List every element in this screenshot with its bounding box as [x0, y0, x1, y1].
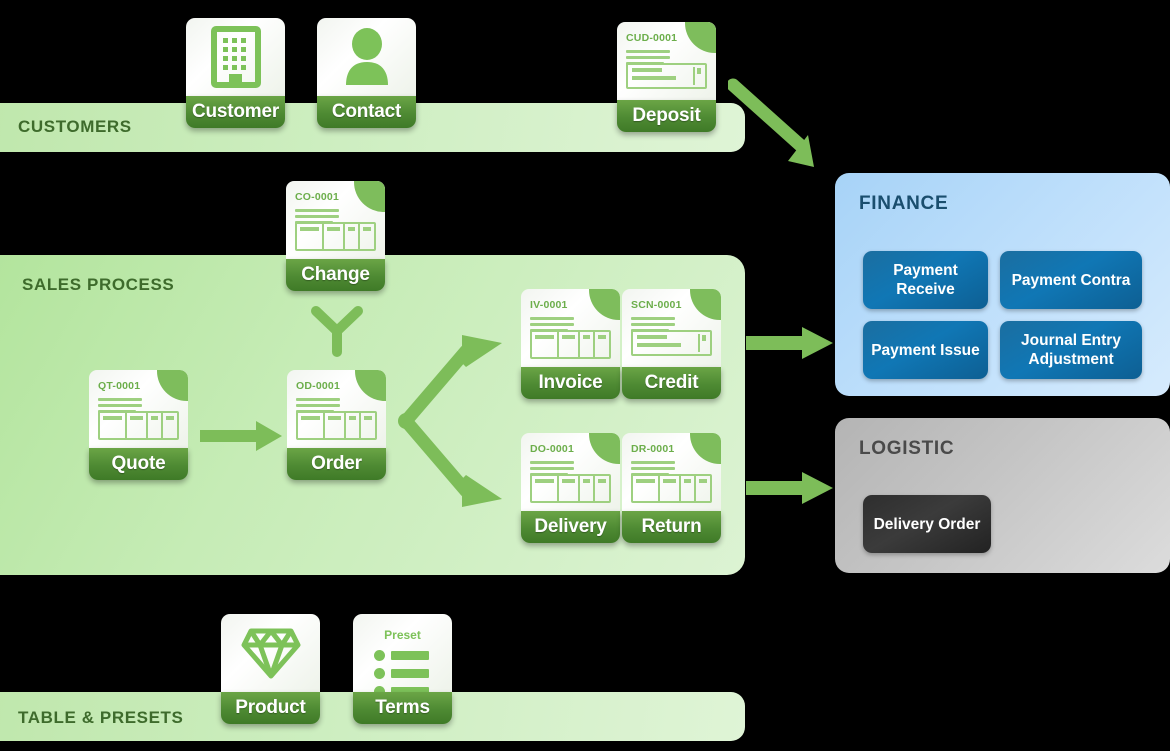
document-table-icon	[530, 330, 611, 359]
diagram-canvas: CUSTOMERS Customer Contact CUD-0001 Depo…	[0, 0, 1170, 751]
card-change-label: Change	[286, 259, 385, 291]
card-deposit-label: Deposit	[617, 100, 716, 132]
cheque-icon	[626, 63, 707, 89]
document-table-icon	[295, 222, 376, 251]
card-contact-label: Contact	[317, 96, 416, 128]
logistic-panel: LOGISTIC Delivery Order	[835, 418, 1170, 573]
card-order-label: Order	[287, 448, 386, 480]
card-contact[interactable]: Contact	[317, 18, 416, 128]
card-invoice-label: Invoice	[521, 367, 620, 399]
card-invoice-doc-area: IV-0001	[521, 289, 620, 367]
card-delivery-doc-area: DO-0001	[521, 433, 620, 511]
card-credit-code: SCN-0001	[631, 299, 682, 311]
card-delivery-label: Delivery	[521, 511, 620, 543]
document-table-icon	[98, 411, 179, 440]
document-table-icon	[530, 474, 611, 503]
page-fold-icon	[589, 433, 620, 464]
card-delivery-code: DO-0001	[530, 443, 575, 455]
card-order[interactable]: OD-0001 Order	[287, 370, 386, 480]
page-fold-icon	[690, 433, 721, 464]
finance-button-journal-entry-adjustment[interactable]: Journal Entry Adjustment	[1000, 321, 1142, 379]
cheque-icon	[631, 330, 712, 356]
arrow-sales-to-logistic	[746, 472, 833, 504]
card-invoice[interactable]: IV-0001 Invoice	[521, 289, 620, 399]
card-credit-label: Credit	[622, 367, 721, 399]
card-customer-label: Customer	[186, 96, 285, 128]
finance-button-payment-issue[interactable]: Payment Issue	[863, 321, 988, 379]
page-fold-icon	[157, 370, 188, 401]
logistic-button-delivery-order[interactable]: Delivery Order	[863, 495, 991, 553]
card-product-icon-area	[221, 614, 320, 692]
card-credit[interactable]: SCN-0001 Credit	[622, 289, 721, 399]
card-return-code: DR-0001	[631, 443, 675, 455]
card-quote-code: QT-0001	[98, 380, 141, 392]
card-deposit-doc-area: CUD-0001	[617, 22, 716, 100]
card-return-doc-area: DR-0001	[622, 433, 721, 511]
document-table-icon	[631, 474, 712, 503]
diamond-icon	[221, 614, 320, 692]
preset-list-icon	[374, 650, 429, 692]
building-icon	[186, 18, 285, 96]
page-fold-icon	[355, 370, 386, 401]
sales-process-title: SALES PROCESS	[22, 275, 175, 294]
arrow-sales-to-finance	[746, 327, 833, 359]
page-fold-icon	[690, 289, 721, 320]
card-customer-icon-area	[186, 18, 285, 96]
finance-panel: FINANCE Payment Receive Payment Contra P…	[835, 173, 1170, 396]
finance-panel-title: FINANCE	[859, 193, 949, 214]
card-return[interactable]: DR-0001 Return	[622, 433, 721, 543]
document-table-icon	[296, 411, 377, 440]
card-change-code: CO-0001	[295, 191, 340, 203]
card-contact-icon-area	[317, 18, 416, 96]
card-change[interactable]: CO-0001 Change	[286, 181, 385, 291]
customers-band-title: CUSTOMERS	[18, 117, 132, 136]
card-delivery[interactable]: DO-0001 Delivery	[521, 433, 620, 543]
card-deposit[interactable]: CUD-0001 Deposit	[617, 22, 716, 132]
card-terms[interactable]: Preset Terms	[353, 614, 452, 724]
page-fold-icon	[589, 289, 620, 320]
card-quote[interactable]: QT-0001 Quote	[89, 370, 188, 480]
card-terms-label: Terms	[353, 692, 452, 724]
logistic-panel-title: LOGISTIC	[859, 438, 955, 459]
card-order-code: OD-0001	[296, 380, 341, 392]
card-credit-doc-area: SCN-0001	[622, 289, 721, 367]
card-customer[interactable]: Customer	[186, 18, 285, 128]
finance-button-payment-receive[interactable]: Payment Receive	[863, 251, 988, 309]
page-fold-icon	[685, 22, 716, 53]
table-presets-title: TABLE & PRESETS	[18, 708, 184, 727]
preset-label: Preset	[384, 628, 421, 642]
card-product[interactable]: Product	[221, 614, 320, 724]
card-return-label: Return	[622, 511, 721, 543]
person-icon	[317, 18, 416, 96]
card-deposit-code: CUD-0001	[626, 32, 678, 44]
card-quote-doc-area: QT-0001	[89, 370, 188, 448]
card-change-doc-area: CO-0001	[286, 181, 385, 259]
card-invoice-code: IV-0001	[530, 299, 568, 311]
card-terms-icon-area: Preset	[353, 614, 452, 692]
card-product-label: Product	[221, 692, 320, 724]
card-order-doc-area: OD-0001	[287, 370, 386, 448]
page-fold-icon	[354, 181, 385, 212]
card-quote-label: Quote	[89, 448, 188, 480]
finance-button-payment-contra[interactable]: Payment Contra	[1000, 251, 1142, 309]
